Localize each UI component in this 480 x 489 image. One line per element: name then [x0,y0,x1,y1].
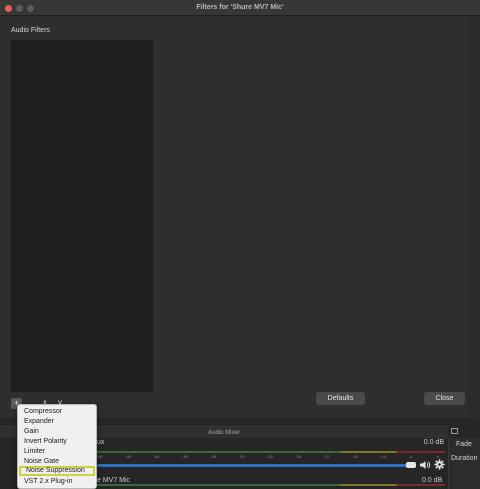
meter-tick-label: -35 [238,454,245,459]
close-button[interactable]: Close [424,392,465,405]
meter-tick-label: -15 [352,454,358,459]
meter-scale: -60 -55 -50 -45 -40 -35 -30 -25 -20 -15 -10 -5 0 [97,454,447,462]
gear-icon[interactable] [434,459,445,470]
mixer-channel-name: e MV7 Mic [97,477,131,484]
menu-item-expander[interactable]: Expander [24,417,54,427]
audio-filters-label: Audio Filters [11,27,50,34]
meter-tick-label: -20 [323,454,330,459]
volume-meter [97,484,445,486]
meter-tick-label: -50 [153,454,160,459]
meter-tick-label: -10 [380,454,387,459]
window-title: Filters for 'Shure MV7 Mic' [196,4,284,11]
transition-duration-label: Duration [451,455,478,462]
screen: Audio Mixer ux 0.0 dB -60 -55 -50 -45 -40 -35… [0,0,480,489]
meter-tick-label: -30 [267,454,273,459]
undock-icon[interactable] [451,428,458,434]
filter-properties-area [160,40,468,392]
meter-tick-label: -5 [408,454,413,459]
menu-item-gain[interactable]: Gain [24,427,39,437]
filters-dialog: Audio Filters + ∧ ∨ Defaults Close [0,0,468,418]
mixer-channel-level: 0.0 dB [422,477,443,484]
menu-item-noise-suppression[interactable]: Noise Suppression [19,466,95,476]
menu-item-vst-plugin[interactable]: VST 2.x Plug-in [24,477,73,487]
meter-tick-label: -45 [182,454,188,459]
defaults-button[interactable]: Defaults [316,392,365,405]
volume-meter [97,451,445,453]
menu-item-compressor[interactable]: Compressor [24,407,62,417]
meter-tick-label: -25 [295,454,302,459]
transition-type[interactable]: Fade [456,441,472,448]
menu-item-invert-polarity[interactable]: Invert Polarity [24,437,67,447]
speaker-icon[interactable] [419,460,431,470]
volume-slider-track[interactable] [97,464,409,467]
menu-item-limiter[interactable]: Limiter [24,447,45,457]
window-titlebar: Filters for 'Shure MV7 Mic' [0,0,480,16]
audio-filters-list[interactable] [11,40,153,392]
meter-tick-label: -55 [125,454,132,459]
meter-tick-label: -40 [210,454,217,459]
volume-slider-handle[interactable] [406,462,416,468]
meter-tick-label: -60 [97,454,103,459]
mixer-channel-level: 0.0 dB [423,439,444,446]
add-filter-menu: Compressor Expander Gain Invert Polarity… [17,404,97,489]
mixer-channel-name: ux [97,439,105,446]
